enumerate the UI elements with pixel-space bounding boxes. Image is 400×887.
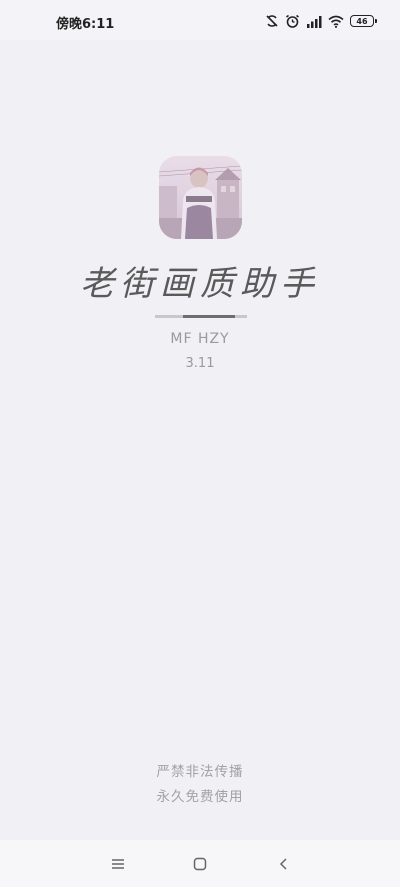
back-icon[interactable] — [272, 852, 296, 876]
navigation-bar — [0, 840, 400, 887]
battery-icon: 46 — [350, 15, 377, 27]
menu-icon[interactable] — [106, 852, 130, 876]
home-icon[interactable] — [188, 852, 212, 876]
version-label: 3.11 — [185, 356, 215, 371]
footer-notice-line2: 永久免费使用 — [156, 789, 244, 805]
loading-progress-fill — [183, 315, 235, 318]
status-time: 傍晚6:11 — [56, 17, 115, 32]
loading-progress-bar — [155, 315, 247, 318]
status-bar: 傍晚6:11 46 — [0, 0, 400, 40]
status-icons: 46 — [265, 12, 377, 30]
author-label: MF HZY — [170, 331, 230, 347]
alarm-icon — [285, 14, 300, 29]
footer-notice-line1: 严禁非法传播 — [156, 764, 244, 780]
battery-level: 46 — [356, 16, 368, 26]
app-logo-icon — [159, 156, 242, 239]
cellular-signal-icon — [306, 15, 322, 28]
app-title: 老街画质助手 — [80, 264, 320, 304]
sync-off-icon — [265, 14, 279, 28]
wifi-icon — [328, 15, 344, 28]
